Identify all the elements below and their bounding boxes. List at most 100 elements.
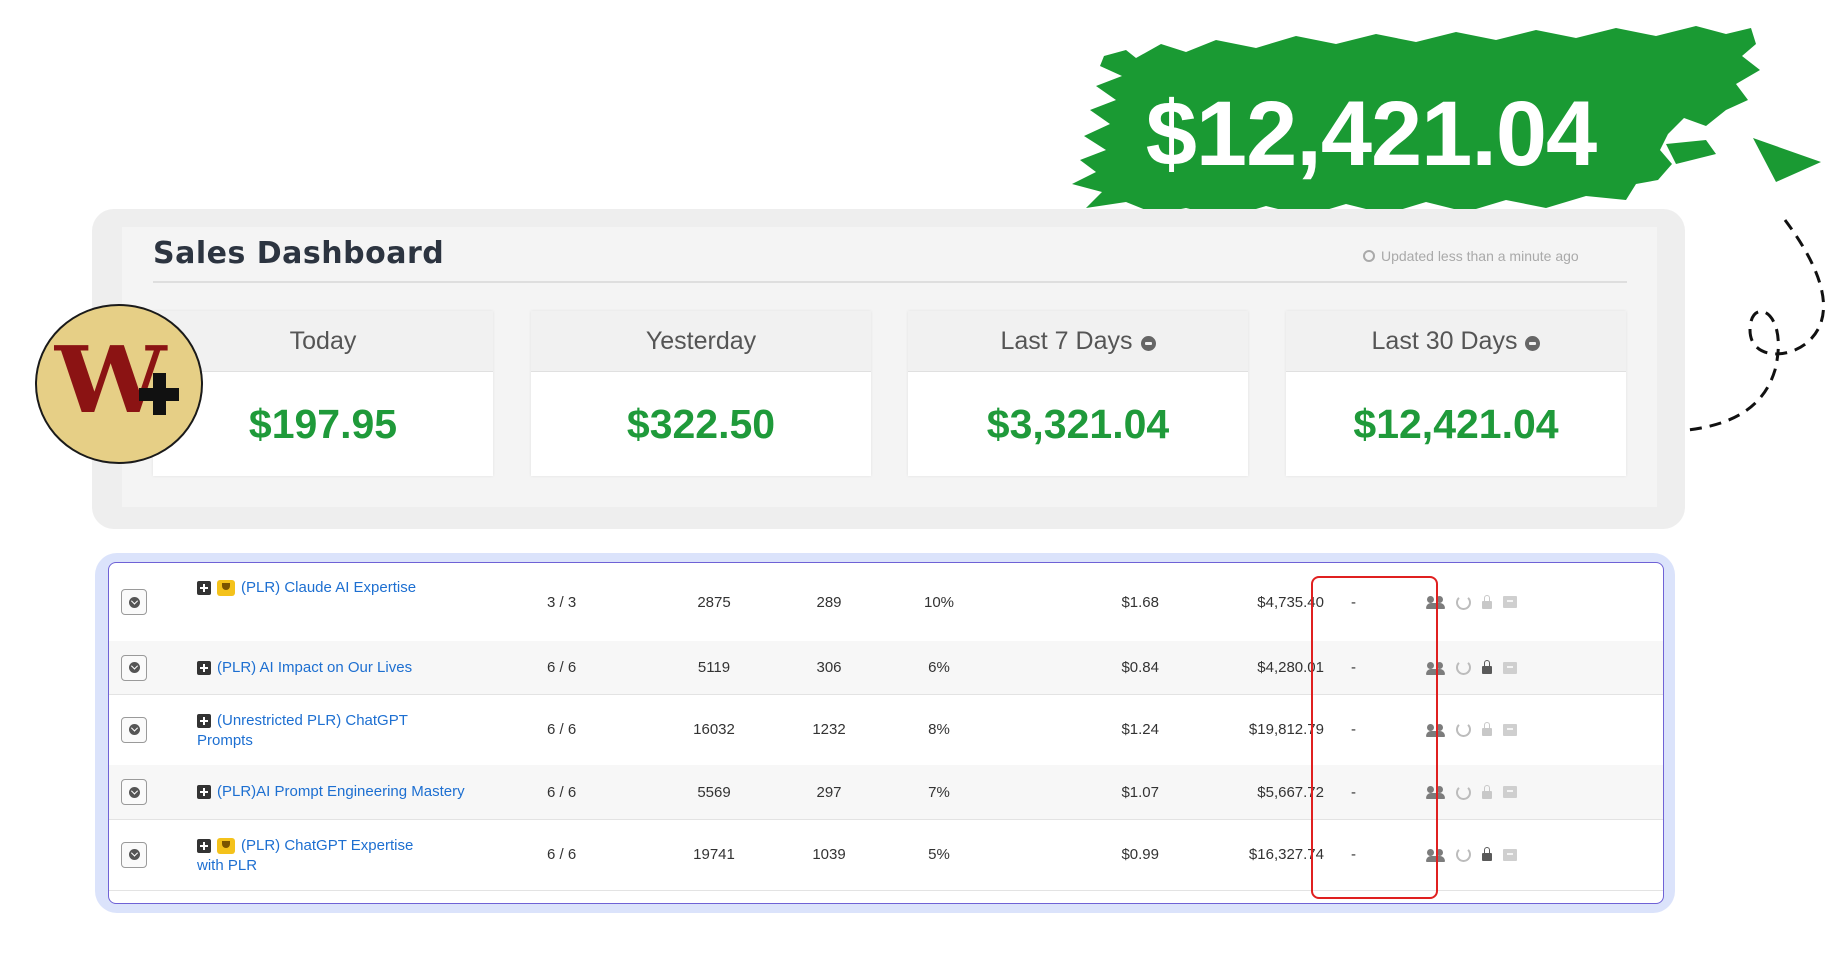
updated-text: Updated less than a minute ago [1381, 248, 1579, 264]
updated-status: Updated less than a minute ago [1363, 248, 1579, 264]
lock-icon[interactable] [1482, 660, 1492, 674]
expand-row-button[interactable] [121, 589, 147, 615]
epc-cell: $1.68 [1121, 593, 1159, 611]
product-name-cont[interactable]: with PLR [197, 857, 413, 874]
stat-value: $197.95 [248, 400, 398, 447]
expand-icon [128, 849, 140, 860]
conversion-cell: 7% [928, 783, 950, 801]
plus-icon[interactable] [197, 714, 211, 728]
lock-icon[interactable] [1482, 594, 1492, 609]
stat-card-last-7-days: Last 7 Days $3,321.04 [908, 311, 1248, 476]
product-name-link[interactable]: (PLR) ChatGPT Expertise [241, 835, 413, 857]
row-actions [1426, 563, 1547, 641]
row-actions [1426, 765, 1547, 819]
revenue-cell: $16,327.74 [1248, 846, 1324, 863]
info-icon[interactable] [1525, 335, 1541, 351]
refresh-icon[interactable] [1456, 847, 1471, 862]
expand-icon [128, 724, 140, 735]
archive-icon[interactable] [1503, 723, 1517, 736]
ratio-cell: 6 / 6 [547, 659, 577, 676]
plus-icon[interactable] [197, 785, 211, 799]
expand-row-button[interactable] [121, 779, 147, 805]
stat-card-today: Today $197.95 [153, 311, 493, 476]
archive-icon[interactable] [1503, 661, 1517, 674]
conversion-cell: 10% [923, 593, 955, 611]
plus-icon[interactable] [197, 660, 211, 675]
plus-icon[interactable] [197, 839, 211, 853]
plus-icon[interactable] [197, 581, 211, 595]
stat-value: $3,321.04 [986, 400, 1170, 447]
refresh-icon[interactable] [1456, 594, 1471, 610]
archive-icon[interactable] [1503, 848, 1517, 861]
stat-value: $12,421.04 [1353, 400, 1559, 447]
dashboard-title: Sales Dashboard [153, 236, 445, 271]
epc-cell: $1.07 [1121, 783, 1159, 801]
row-actions [1426, 641, 1547, 694]
ratio-cell: 6 / 6 [547, 721, 577, 738]
visits-cell: 5569 [697, 783, 731, 801]
stat-card-header: Today [153, 311, 493, 372]
product-name-link[interactable]: (Unrestricted PLR) ChatGPT [217, 710, 408, 732]
expand-row-button[interactable] [121, 654, 147, 681]
product-name-link[interactable]: (PLR) AI Impact on Our Lives [217, 657, 412, 679]
trophy-icon [217, 838, 235, 854]
row-actions [1426, 694, 1547, 765]
sales-cell: 306 [816, 659, 842, 676]
ratio-cell: 3 / 3 [547, 593, 577, 611]
stat-card-yesterday: Yesterday $322.50 [531, 311, 871, 476]
stat-card-header: Yesterday [531, 311, 871, 372]
brand-logo: W [35, 304, 203, 464]
arrow-head-icon [1753, 138, 1821, 182]
ratio-cell: 6 / 6 [547, 783, 577, 801]
product-name-cont[interactable]: Prompts [197, 732, 408, 749]
conversion-cell: 6% [928, 659, 950, 676]
stat-value: $322.50 [626, 400, 776, 447]
refresh-icon[interactable] [1456, 660, 1471, 675]
stat-card-header: Last 7 Days [908, 311, 1248, 372]
logo-letter: W [54, 326, 167, 434]
expand-row-button[interactable] [121, 841, 147, 868]
stat-label: Last 7 Days [1000, 326, 1133, 355]
expand-icon [128, 662, 140, 673]
epc-cell: $0.84 [1121, 659, 1159, 676]
lock-icon[interactable] [1482, 847, 1492, 861]
expand-icon [128, 596, 140, 608]
lock-icon[interactable] [1482, 784, 1492, 799]
product-name-link[interactable]: (PLR) Claude AI Expertise [241, 577, 416, 599]
revenue-cell: $19,812.79 [1248, 721, 1324, 738]
ratio-cell: 6 / 6 [547, 846, 577, 863]
epc-cell: $0.99 [1121, 846, 1159, 863]
stat-label: Last 30 Days [1371, 326, 1518, 355]
sales-cell: 297 [816, 783, 842, 801]
stat-card-header: Last 30 Days [1286, 311, 1626, 372]
title-divider [153, 281, 1627, 283]
revenue-highlight-box [1311, 576, 1438, 899]
conversion-cell: 8% [928, 721, 950, 738]
revenue-cell: $4,735.40 [1257, 593, 1324, 611]
clock-icon [1363, 250, 1375, 262]
revenue-cell: $5,667.72 [1257, 783, 1324, 801]
archive-icon[interactable] [1503, 786, 1517, 798]
sales-cell: 1232 [812, 721, 846, 738]
row-actions [1426, 819, 1547, 890]
archive-icon[interactable] [1503, 596, 1517, 608]
stage: $12,421.04 Sales Dashboard Updated less … [0, 0, 1843, 958]
stat-label: Yesterday [645, 326, 757, 355]
stat-card-last-30-days: Last 30 Days $12,421.04 [1286, 311, 1626, 476]
refresh-icon[interactable] [1456, 784, 1471, 800]
expand-icon [128, 786, 140, 798]
product-name-link[interactable]: (PLR)AI Prompt Engineering Mastery [217, 781, 465, 803]
epc-cell: $1.24 [1121, 721, 1159, 738]
lock-icon[interactable] [1482, 722, 1492, 736]
visits-cell: 2875 [697, 593, 731, 611]
expand-row-button[interactable] [121, 716, 147, 743]
conversion-cell: 5% [928, 846, 950, 863]
sales-cell: 289 [816, 593, 842, 611]
stat-label: Today [289, 326, 357, 355]
sales-cell: 1039 [812, 846, 846, 863]
trophy-icon [217, 580, 235, 596]
refresh-icon[interactable] [1456, 722, 1471, 737]
visits-cell: 19741 [693, 846, 735, 863]
info-icon[interactable] [1140, 335, 1156, 351]
visits-cell: 5119 [697, 659, 731, 676]
